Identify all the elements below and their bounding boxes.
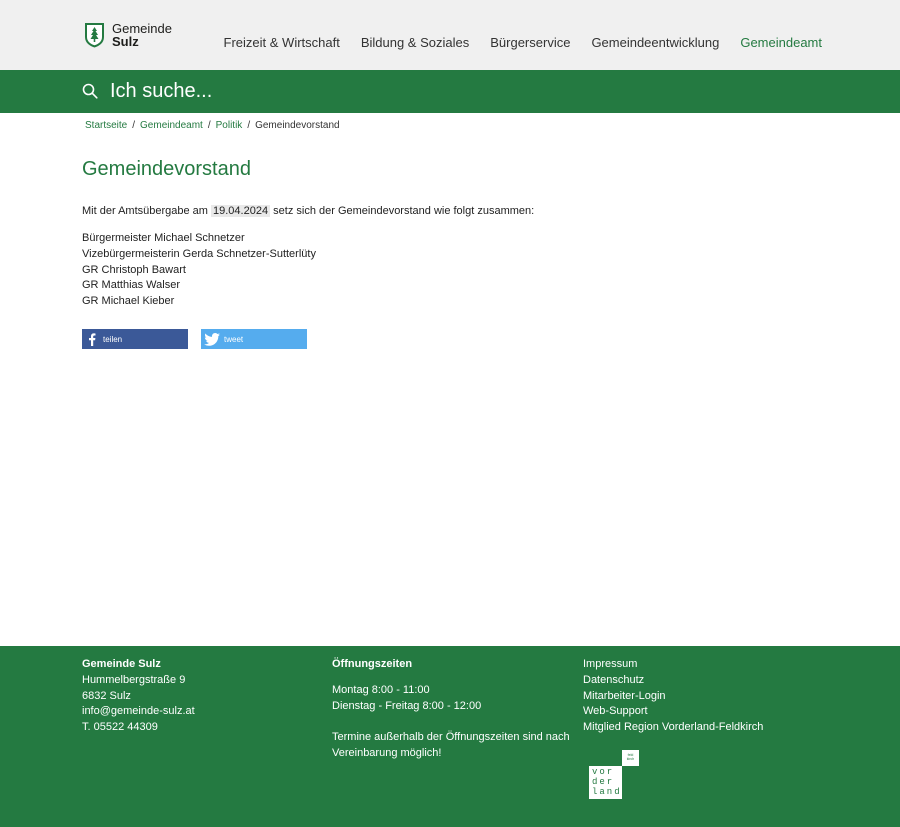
region-logo-tag-line: kirch xyxy=(626,757,635,761)
region-logo-wordmark: vor der land xyxy=(589,766,622,799)
handover-date: 19.04.2024 xyxy=(211,205,271,217)
footer-email-link[interactable]: info@gemeinde-sulz.at xyxy=(82,704,195,720)
breadcrumb-separator: / xyxy=(207,120,211,131)
breadcrumb-separator: / xyxy=(132,120,136,131)
site-name-line2: Sulz xyxy=(112,34,139,49)
nav-item-bildung-soziales[interactable]: Bildung & Soziales xyxy=(361,35,469,50)
share-buttons: teilen tweet xyxy=(82,329,320,349)
footer-links: Impressum Datenschutz Mitarbeiter-Login … xyxy=(583,657,763,736)
footer-contact-city: 6832 Sulz xyxy=(82,689,131,702)
member-item: GR Christoph Bawart xyxy=(82,263,186,276)
search-input[interactable] xyxy=(110,76,510,106)
site-name: Gemeinde Sulz xyxy=(112,22,172,48)
nav-item-gemeindeamt[interactable]: Gemeindeamt xyxy=(740,35,822,50)
intro-text: Mit der Amtsübergabe am 19.04.2024 setz … xyxy=(82,205,534,217)
footer-contact-street: Hummelbergstraße 9 xyxy=(82,673,186,686)
region-vorderland-logo[interactable]: feld kirch vor der land xyxy=(589,750,639,800)
nav-item-gemeindeentwicklung[interactable]: Gemeindeentwicklung xyxy=(591,35,719,50)
facebook-share-label: teilen xyxy=(103,334,123,344)
region-logo-tag: feld kirch xyxy=(622,750,639,766)
main-nav: Freizeit & Wirtschaft Bildung & Soziales… xyxy=(203,35,822,50)
member-item: Bürgermeister Michael Schnetzer xyxy=(82,232,245,244)
footer-link-datenschutz[interactable]: Datenschutz xyxy=(583,673,763,689)
footer-link-impressum[interactable]: Impressum xyxy=(583,657,763,673)
footer-link-web-support[interactable]: Web-Support xyxy=(583,704,763,720)
site-header: Gemeinde Sulz Freizeit & Wirtschaft Bild… xyxy=(0,0,900,70)
footer-spacer xyxy=(332,673,572,683)
member-item: Vizebürgermeisterin Gerda Schnetzer-Sutt… xyxy=(82,247,316,260)
footer-hours-line: Montag 8:00 - 11:00 xyxy=(332,683,430,696)
region-logo-line: land xyxy=(592,786,622,797)
twitter-share-button[interactable]: tweet xyxy=(201,329,307,349)
search-icon[interactable] xyxy=(82,83,98,99)
footer-phone: T. 05522 44309 xyxy=(82,721,158,734)
footer-opening-hours: Öffnungszeiten Montag 8:00 - 11:00 Diens… xyxy=(332,657,572,762)
facebook-icon xyxy=(82,329,102,349)
twitter-share-label: tweet xyxy=(224,334,244,344)
footer-contact-name: Gemeinde Sulz xyxy=(82,658,161,670)
footer-hours-title: Öffnungszeiten xyxy=(332,658,413,670)
intro-text-after: setz sich der Gemeindevorstand wie folgt… xyxy=(273,205,535,217)
site-footer: Gemeinde Sulz Hummelbergstraße 9 6832 Su… xyxy=(0,646,900,827)
footer-hours-line: Dienstag - Freitag 8:00 - 12:00 xyxy=(332,699,482,712)
site-logo[interactable]: Gemeinde Sulz xyxy=(84,22,172,48)
breadcrumb-separator: / xyxy=(247,120,251,131)
footer-hours-note: Termine außerhalb der Öffnungszeiten sin… xyxy=(332,731,570,760)
breadcrumb-current: Gemeindevorstand xyxy=(255,120,340,131)
search-bar xyxy=(0,70,900,113)
twitter-icon xyxy=(201,329,223,349)
intro-text-before: Mit der Amtsübergabe am xyxy=(82,205,208,217)
breadcrumb-link-politik[interactable]: Politik xyxy=(216,120,243,131)
footer-link-region[interactable]: Mitglied Region Vorderland-Feldkirch xyxy=(583,720,763,736)
member-list: Bürgermeister Michael Schnetzer Vizebürg… xyxy=(82,231,316,310)
nav-item-freizeit-wirtschaft[interactable]: Freizeit & Wirtschaft xyxy=(224,35,340,50)
member-item: GR Michael Kieber xyxy=(82,295,175,308)
breadcrumb: Startseite / Gemeindeamt / Politik / Gemeindev… xyxy=(85,120,340,131)
footer-contact: Gemeinde Sulz Hummelbergstraße 9 6832 Su… xyxy=(82,657,195,736)
page-title: Gemeindevorstand xyxy=(82,158,251,180)
nav-item-buergerservice[interactable]: Bürgerservice xyxy=(490,35,570,50)
breadcrumb-link-gemeindeamt[interactable]: Gemeindeamt xyxy=(140,120,203,131)
footer-spacer xyxy=(332,714,572,730)
footer-link-mitarbeiter-login[interactable]: Mitarbeiter-Login xyxy=(583,689,763,705)
facebook-share-button[interactable]: teilen xyxy=(82,329,188,349)
breadcrumb-link-startseite[interactable]: Startseite xyxy=(85,120,127,131)
member-item: GR Matthias Walser xyxy=(82,279,181,292)
coat-of-arms-icon xyxy=(85,23,104,48)
